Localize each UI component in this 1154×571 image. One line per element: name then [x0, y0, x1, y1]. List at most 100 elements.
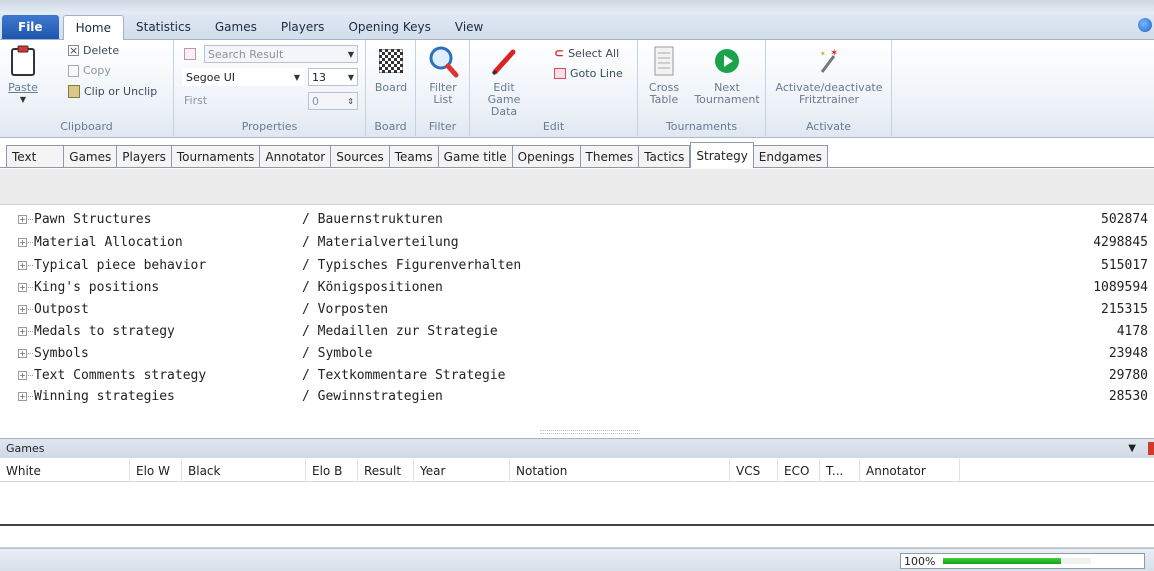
- tab-tactics[interactable]: Tactics: [639, 145, 691, 167]
- tab-themes[interactable]: Themes: [580, 145, 640, 167]
- chevron-down-icon[interactable]: ▼: [1128, 443, 1136, 454]
- tree-row[interactable]: + Outpost / Vorposten 215315: [0, 299, 1154, 320]
- tab-text[interactable]: Text: [6, 145, 65, 167]
- clip-label: Clip or Unclip: [84, 85, 158, 98]
- expand-icon[interactable]: +: [18, 327, 27, 336]
- font-size-value: 13: [312, 70, 326, 84]
- col-result[interactable]: Result: [358, 459, 414, 482]
- tab-openings[interactable]: Openings: [512, 145, 581, 167]
- chevron-down-icon: ▼: [19, 95, 27, 104]
- expand-icon[interactable]: +: [18, 305, 27, 314]
- tree-row[interactable]: + Typical piece behavior / Typisches Fig…: [0, 255, 1154, 276]
- tree-connector: [28, 219, 33, 220]
- tab-games-list[interactable]: Games: [64, 145, 118, 167]
- tree-row[interactable]: + Symbols / Symbole 23948: [0, 343, 1154, 364]
- tab-statistics[interactable]: Statistics: [124, 15, 203, 39]
- paste-button[interactable]: Paste ▼: [8, 44, 38, 106]
- zoom-label: 100%: [904, 554, 936, 568]
- tree-row-name: Outpost: [34, 302, 89, 317]
- activate-label-2: Fritztrainer: [798, 93, 860, 106]
- first-value: 0: [312, 94, 319, 108]
- cross-table-button[interactable]: Cross Table: [644, 44, 684, 106]
- tree-row-count: 29780: [1108, 368, 1148, 383]
- tree-row[interactable]: + Medals to strategy / Medaillen zur Str…: [0, 321, 1154, 342]
- properties-group: Search Result ▼ Segoe UI ▼ 13 ▼ First 0 …: [174, 40, 366, 136]
- close-icon[interactable]: [1148, 442, 1154, 455]
- board-group: Board Board: [366, 40, 416, 136]
- col-notation[interactable]: Notation: [510, 459, 730, 482]
- clip-unclip-button[interactable]: Clip or Unclip: [68, 85, 157, 98]
- col-annotator[interactable]: Annotator: [860, 459, 960, 482]
- edit-group-label: Edit: [542, 120, 565, 133]
- tree-row[interactable]: + Material Allocation / Materialverteilu…: [0, 232, 1154, 253]
- col-black[interactable]: Black: [182, 459, 306, 482]
- tree-row[interactable]: + King's positions / Königspositionen 10…: [0, 277, 1154, 298]
- expand-icon[interactable]: +: [18, 238, 27, 247]
- select-all-button[interactable]: ⊂ Select All: [554, 46, 619, 60]
- tree-row-count: 4178: [1116, 324, 1148, 339]
- magnet-icon: ⊂: [554, 46, 565, 60]
- tree-row[interactable]: + Pawn Structures / Bauernstrukturen 502…: [0, 209, 1154, 230]
- magnifier-icon: [426, 44, 460, 78]
- copy-button[interactable]: Copy: [68, 64, 111, 77]
- expand-icon[interactable]: +: [18, 261, 27, 270]
- col-t[interactable]: T...: [820, 459, 860, 482]
- expand-icon[interactable]: +: [18, 283, 27, 292]
- search-result-combo[interactable]: Search Result ▼: [204, 45, 358, 63]
- tab-file[interactable]: File: [2, 15, 59, 39]
- stepper-icon[interactable]: ⇕: [347, 97, 354, 106]
- filter-list-button[interactable]: Filter List: [424, 44, 462, 106]
- help-icon[interactable]: [1138, 18, 1152, 32]
- tab-games[interactable]: Games: [203, 15, 269, 39]
- tree-row-name: Material Allocation: [34, 235, 183, 250]
- delete-button[interactable]: × Delete: [68, 44, 119, 57]
- col-year[interactable]: Year: [414, 459, 510, 482]
- splitter-handle[interactable]: [540, 430, 640, 434]
- tab-teams[interactable]: Teams: [389, 145, 439, 167]
- tab-opening-keys[interactable]: Opening Keys: [336, 15, 442, 39]
- tab-tournaments[interactable]: Tournaments: [171, 145, 261, 167]
- tournaments-group: Cross Table Next Tournament Tournaments: [638, 40, 766, 136]
- zoom-progress-fill: [943, 558, 1062, 564]
- col-white[interactable]: White: [0, 459, 130, 482]
- goto-line-label: Goto Line: [570, 67, 623, 80]
- next-tournament-button[interactable]: Next Tournament: [692, 44, 762, 106]
- tab-game-title[interactable]: Game title: [438, 145, 513, 167]
- fritztrainer-button[interactable]: ✶ ✶ Activate/deactivate Fritztrainer: [768, 44, 890, 106]
- tree-row-name: Pawn Structures: [34, 212, 152, 227]
- filter-label-2: List: [433, 93, 453, 106]
- col-elo-w[interactable]: Elo W: [130, 459, 182, 482]
- tab-players[interactable]: Players: [269, 15, 337, 39]
- tab-sources[interactable]: Sources: [331, 145, 390, 167]
- filter-band: [0, 169, 1154, 205]
- tree-connector: [28, 287, 33, 288]
- font-size-combo[interactable]: 13 ▼: [308, 68, 358, 86]
- expand-icon[interactable]: +: [18, 371, 27, 380]
- tournaments-group-label: Tournaments: [665, 120, 738, 133]
- zoom-indicator[interactable]: 100%: [900, 553, 1145, 569]
- tab-view[interactable]: View: [443, 15, 495, 39]
- col-vcs[interactable]: VCS: [730, 459, 778, 482]
- tree-row-german: / Symbole: [302, 346, 373, 361]
- expand-icon[interactable]: +: [18, 349, 27, 358]
- games-list[interactable]: [0, 482, 1154, 526]
- first-stepper[interactable]: 0 ⇕: [308, 92, 358, 110]
- tab-endgames[interactable]: Endgames: [753, 145, 828, 167]
- games-panel-header: Games ▼: [0, 438, 1154, 458]
- board-button[interactable]: Board: [372, 44, 410, 94]
- delete-label: Delete: [83, 44, 120, 57]
- expand-icon[interactable]: +: [18, 215, 27, 224]
- tree-row[interactable]: + Text Comments strategy / Textkommentar…: [0, 365, 1154, 386]
- goto-line-button[interactable]: Goto Line: [554, 67, 623, 80]
- next-label-2: Tournament: [694, 93, 760, 106]
- col-elo-b[interactable]: Elo B: [306, 459, 358, 482]
- tree-row[interactable]: + Winning strategies / Gewinnstrategien …: [0, 386, 1154, 407]
- tab-players-list[interactable]: Players: [117, 145, 172, 167]
- edit-game-data-button[interactable]: Edit Game Data: [476, 44, 532, 118]
- tab-strategy[interactable]: Strategy: [690, 142, 754, 168]
- expand-icon[interactable]: +: [18, 392, 27, 401]
- tab-annotator[interactable]: Annotator: [260, 145, 332, 167]
- tab-home[interactable]: Home: [62, 15, 124, 40]
- col-eco[interactable]: ECO: [778, 459, 820, 482]
- font-combo[interactable]: Segoe UI ▼: [182, 68, 304, 86]
